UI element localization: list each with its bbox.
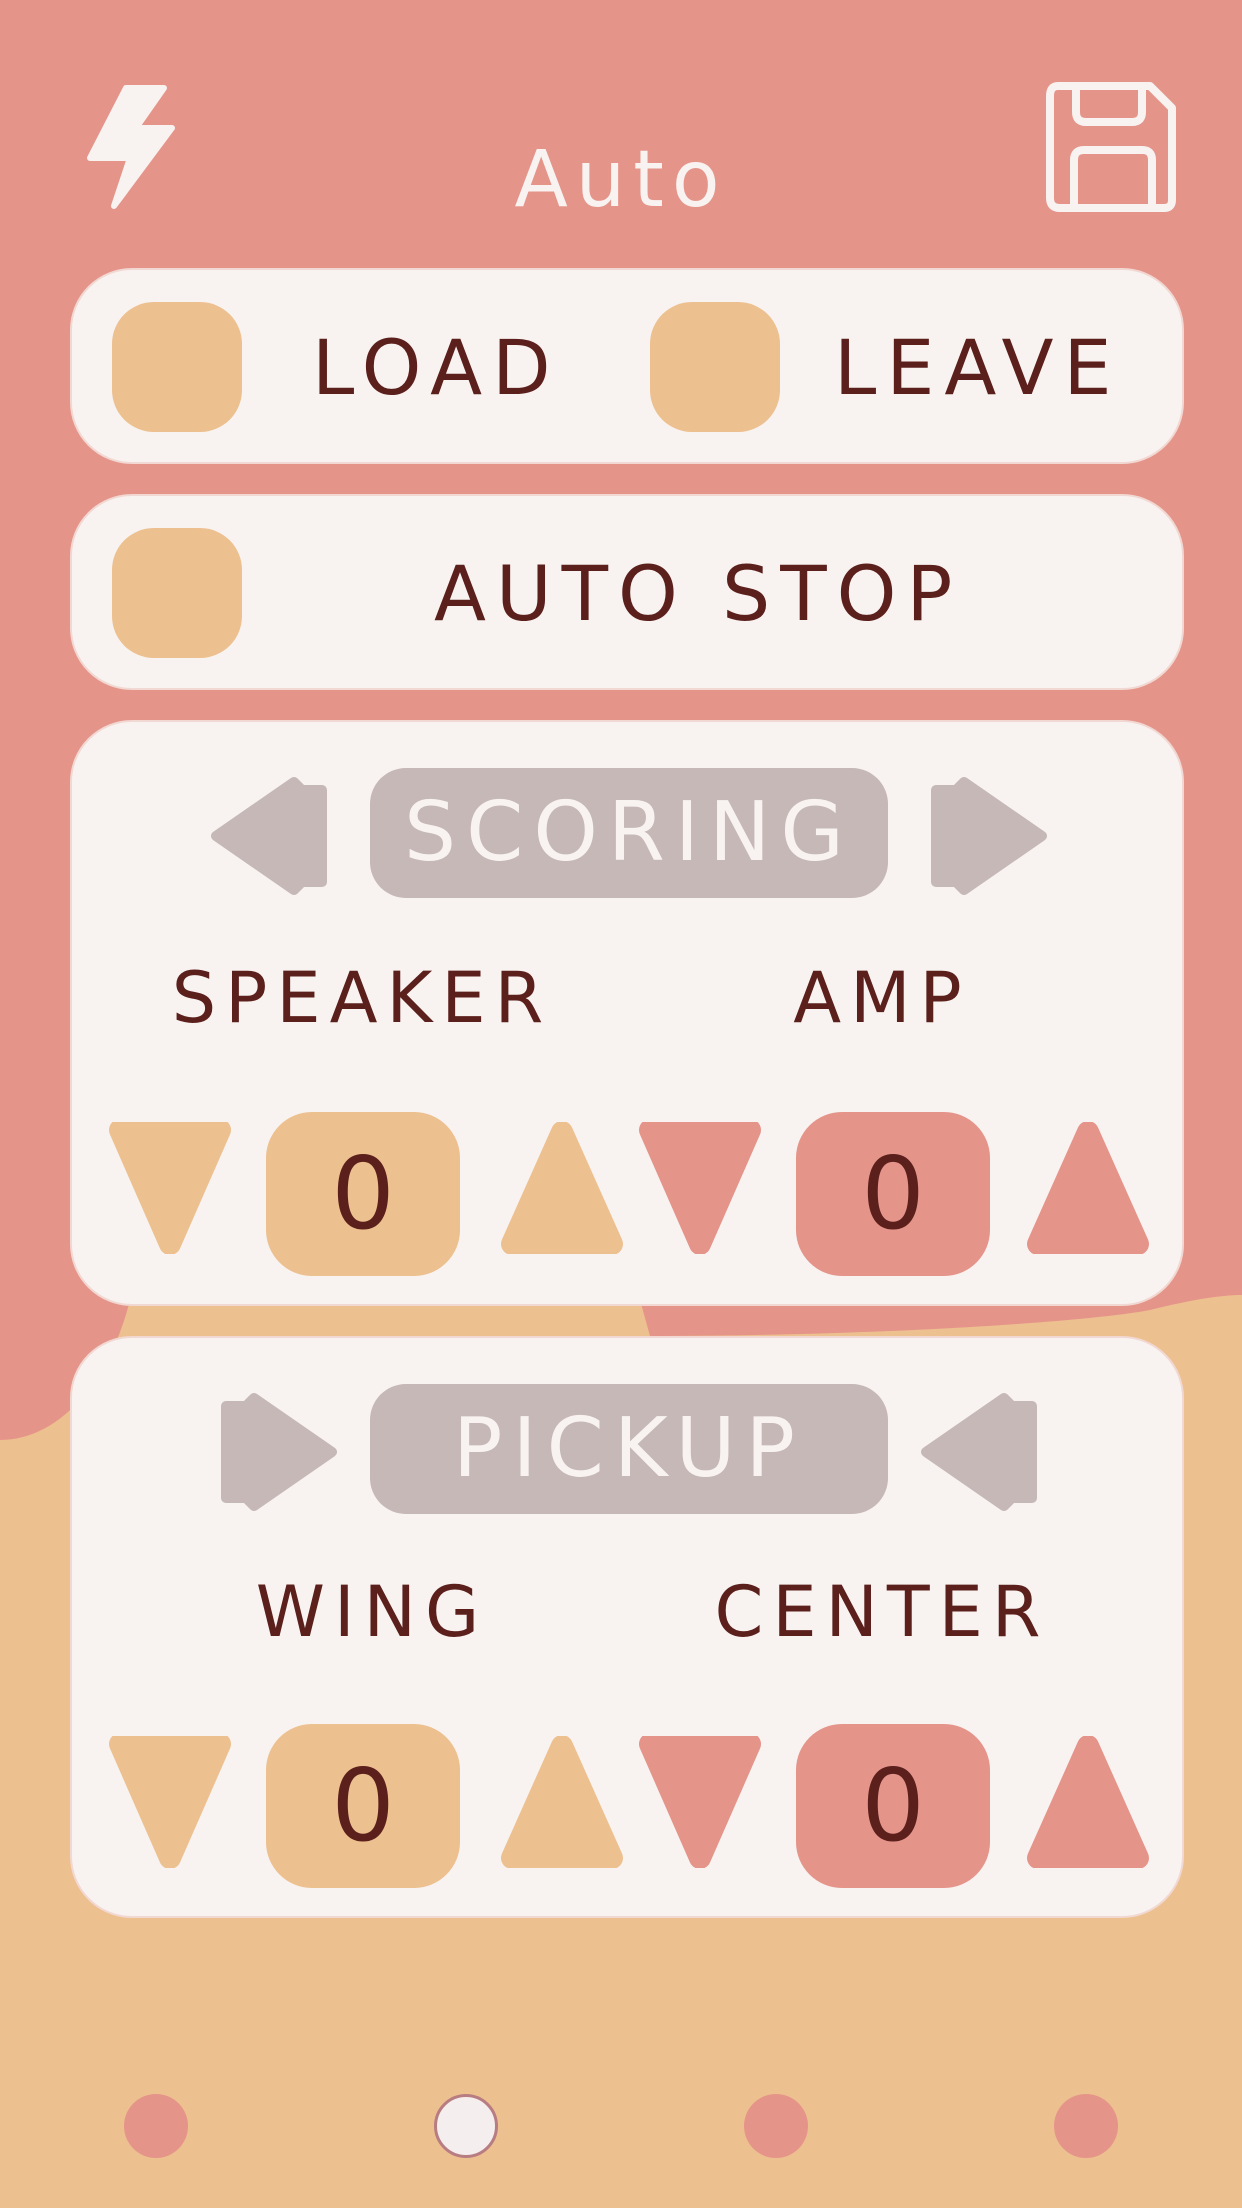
center-decrement-button[interactable] bbox=[634, 1736, 766, 1868]
page-dot-2-active[interactable] bbox=[434, 2094, 498, 2158]
speaker-label: SPEAKER bbox=[171, 957, 553, 1039]
wing-increment-button[interactable] bbox=[496, 1736, 628, 1868]
amp-count: 0 bbox=[796, 1112, 990, 1276]
page-dot-1[interactable] bbox=[124, 2094, 188, 2158]
wing-label: WING bbox=[255, 1571, 489, 1653]
speaker-count: 0 bbox=[266, 1112, 460, 1276]
page-title: Auto bbox=[514, 135, 728, 225]
scoring-card: SCORING SPEAKER AMP 0 0 bbox=[70, 720, 1184, 1306]
speaker-decrement-button[interactable] bbox=[104, 1122, 236, 1254]
auto-stop-checkbox[interactable] bbox=[112, 528, 242, 658]
amp-increment-button[interactable] bbox=[1022, 1122, 1154, 1254]
page-dot-3[interactable] bbox=[744, 2094, 808, 2158]
pickup-card: PICKUP WING CENTER 0 0 bbox=[70, 1336, 1184, 1918]
wing-count: 0 bbox=[266, 1724, 460, 1888]
leave-label: LEAVE bbox=[834, 323, 1122, 412]
scoring-next-arrow-icon[interactable] bbox=[916, 768, 1052, 904]
pickup-prev-arrow-icon[interactable] bbox=[206, 1384, 342, 1520]
scoring-prev-arrow-icon[interactable] bbox=[206, 768, 342, 904]
load-leave-card: LOAD LEAVE bbox=[70, 268, 1184, 464]
load-checkbox[interactable] bbox=[112, 302, 242, 432]
amp-label: AMP bbox=[793, 957, 971, 1039]
auto-stop-label: AUTO STOP bbox=[434, 549, 963, 638]
scoring-title: SCORING bbox=[370, 768, 888, 898]
leave-checkbox[interactable] bbox=[650, 302, 780, 432]
center-increment-button[interactable] bbox=[1022, 1736, 1154, 1868]
center-label: CENTER bbox=[714, 1571, 1050, 1653]
load-label: LOAD bbox=[312, 323, 561, 412]
wing-decrement-button[interactable] bbox=[104, 1736, 236, 1868]
amp-decrement-button[interactable] bbox=[634, 1122, 766, 1254]
lightning-bolt-icon[interactable] bbox=[82, 82, 178, 212]
pickup-title: PICKUP bbox=[370, 1384, 888, 1514]
center-count: 0 bbox=[796, 1724, 990, 1888]
pickup-next-arrow-icon[interactable] bbox=[916, 1384, 1052, 1520]
speaker-increment-button[interactable] bbox=[496, 1122, 628, 1254]
save-floppy-icon[interactable] bbox=[1046, 82, 1178, 214]
page-dot-4[interactable] bbox=[1054, 2094, 1118, 2158]
auto-stop-card: AUTO STOP bbox=[70, 494, 1184, 690]
